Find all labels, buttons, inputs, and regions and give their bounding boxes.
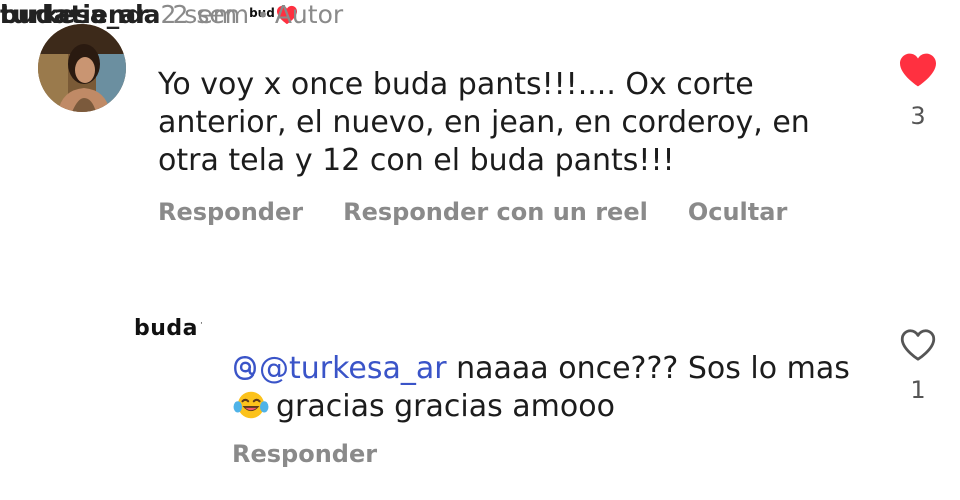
- hide-button[interactable]: Ocultar: [688, 198, 787, 226]
- buda-logo: buda: [134, 315, 199, 341]
- like-button[interactable]: 1: [893, 328, 943, 404]
- comment-2-header: budatienda 2 sem • Autor: [0, 0, 343, 29]
- avatar[interactable]: [38, 24, 126, 112]
- avatar[interactable]: buda ·: [134, 313, 204, 343]
- separator: •: [259, 1, 267, 27]
- mention-text: @turkesa_ar: [259, 351, 447, 386]
- reply-button[interactable]: Responder: [232, 440, 377, 468]
- laughing-tears-emoji-icon: [232, 388, 270, 432]
- comment-1-text: Yo voy x once buda pants!!!.... Ox corte…: [158, 67, 810, 178]
- comment-2-text-line1: naaaa once??? Sos lo mas: [446, 351, 850, 386]
- heart-filled-icon: [900, 53, 936, 87]
- comment-2-text-line2: gracias gracias amooo: [276, 389, 615, 424]
- comment-1-actions: Responder Responder con un reel Ocultar: [158, 198, 827, 226]
- like-button[interactable]: 3: [893, 52, 943, 130]
- comment-2-actions: Responder: [232, 440, 417, 468]
- timestamp: 2 sem: [172, 0, 250, 29]
- reply-with-reel-button[interactable]: Responder con un reel: [343, 198, 648, 226]
- threads-icon: [234, 355, 256, 381]
- avatar-photo: [38, 24, 126, 112]
- logo-dot: ·: [200, 319, 204, 329]
- mention-link[interactable]: @turkesa_ar: [232, 351, 447, 386]
- author-label: Autor: [274, 0, 344, 29]
- heart-outline-icon: [900, 329, 936, 361]
- like-count: 3: [910, 102, 926, 130]
- comment-2-text: @turkesa_ar naaaa once??? Sos lo mas gra…: [232, 350, 872, 432]
- reply-button[interactable]: Responder: [158, 198, 303, 226]
- like-count: 1: [910, 376, 926, 404]
- username[interactable]: budatienda: [0, 0, 161, 29]
